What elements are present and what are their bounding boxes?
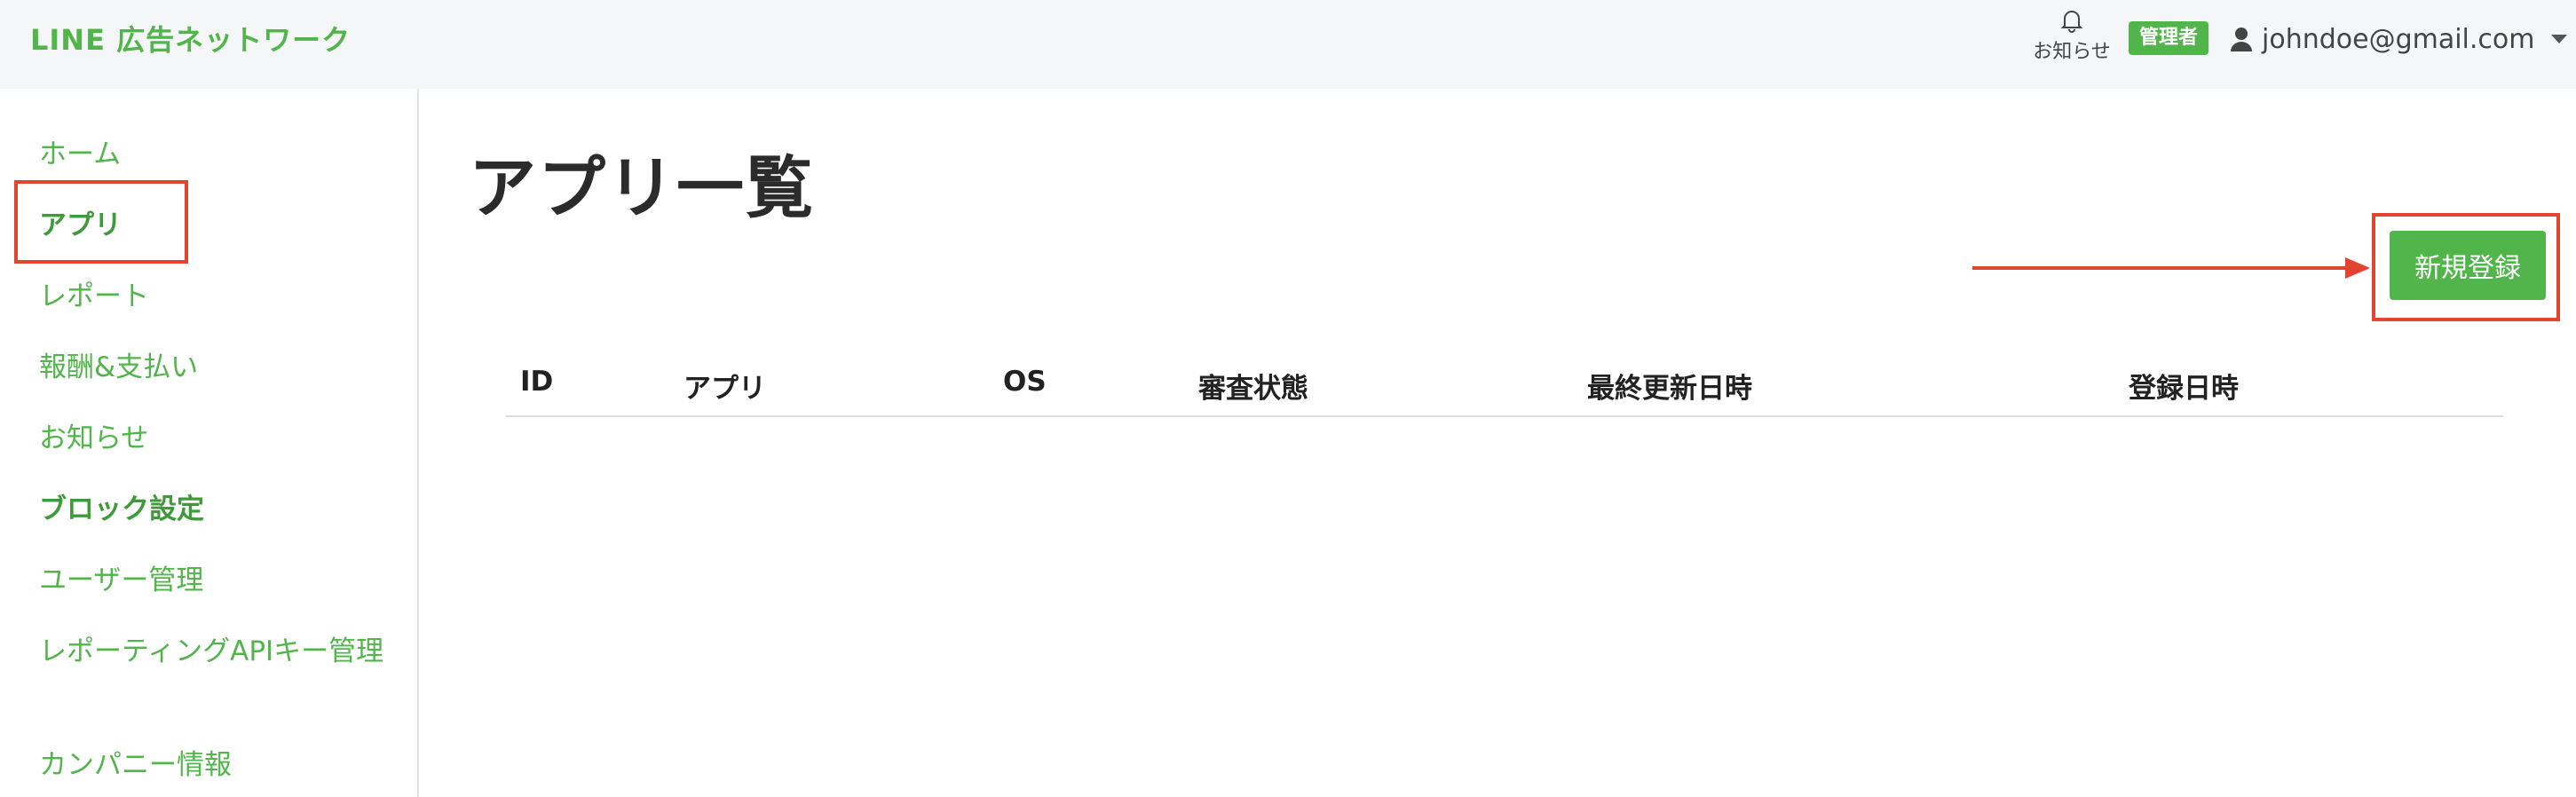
sidebar-item-reports[interactable]: レポート <box>39 275 376 318</box>
notice-button[interactable]: お知らせ <box>2029 7 2114 64</box>
notice-label: お知らせ <box>2033 41 2111 63</box>
sidebar-item-company-info[interactable]: カンパニー情報 <box>39 744 376 786</box>
sidebar-item-reporting-api-keys[interactable]: レポーティングAPIキー管理 <box>39 630 385 673</box>
role-badge: 管理者 <box>2129 21 2209 55</box>
app-logo[interactable]: LINE 広告ネットワーク <box>30 18 351 59</box>
sidebar-item-block-settings[interactable]: ブロック設定 <box>39 488 376 531</box>
table-header-updated-at[interactable]: 最終更新日時 <box>1587 366 1752 406</box>
sidebar: ホーム アプリ レポート 報酬&支払い お知らせ ブロック設定 ユーザー管理 レ… <box>0 89 419 797</box>
sidebar-item-payments[interactable]: 報酬&支払い <box>39 346 376 389</box>
user-email: johndoe@gmail.com <box>2262 23 2535 55</box>
chevron-down-icon <box>2550 35 2567 43</box>
apps-table: ID アプリ OS 審査状態 最終更新日時 登録日時 <box>506 353 2503 417</box>
user-icon <box>2231 28 2252 51</box>
page-title: アプリ一覧 <box>469 148 815 227</box>
table-header-created-at[interactable]: 登録日時 <box>2129 366 2239 406</box>
table-header-app[interactable]: アプリ <box>684 366 766 406</box>
user-menu[interactable]: johndoe@gmail.com <box>2230 20 2567 59</box>
sidebar-item-notices[interactable]: お知らせ <box>39 417 376 460</box>
table-header-os[interactable]: OS <box>1003 366 1047 398</box>
sidebar-item-user-management[interactable]: ユーザー管理 <box>39 559 376 602</box>
table-header-review-status[interactable]: 審査状態 <box>1198 366 1308 406</box>
new-register-button[interactable]: 新規登録 <box>2390 231 2546 300</box>
annotation-arrow-icon <box>1972 257 2370 279</box>
annotation-highlight-apps <box>14 180 188 264</box>
sidebar-item-home[interactable]: ホーム <box>39 133 376 176</box>
bell-icon <box>2060 11 2083 33</box>
top-header: LINE 広告ネットワーク お知らせ 管理者 johndoe@gmail.com <box>0 0 2576 89</box>
table-header-id[interactable]: ID <box>520 366 553 398</box>
